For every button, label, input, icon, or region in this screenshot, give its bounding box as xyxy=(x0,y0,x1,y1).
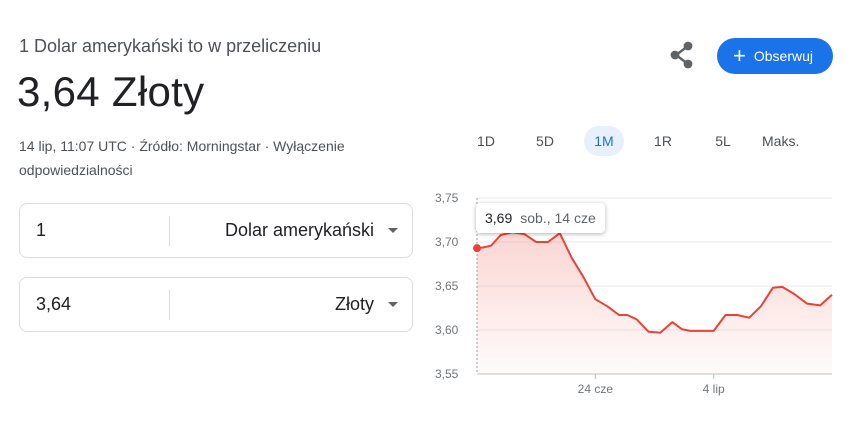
follow-button[interactable]: + Obserwuj xyxy=(717,38,833,74)
range-tab-1m[interactable]: 1M xyxy=(584,126,624,156)
y-tick-label: 3,60 xyxy=(435,323,459,337)
y-tick-label: 3,70 xyxy=(435,235,459,249)
to-currency-row: 3,64 Złoty xyxy=(19,277,413,332)
x-tick-label: 24 cze xyxy=(578,382,614,396)
source-meta: 14 lip, 11:07 UTC · Źródło: Morningstar … xyxy=(19,138,345,178)
conversion-subtitle: 1 Dolar amerykański to w przeliczeniu xyxy=(19,36,322,56)
hover-point xyxy=(473,244,481,253)
x-tick-label: 4 lip xyxy=(703,382,725,396)
from-currency-row: 1 Dolar amerykański xyxy=(19,203,413,258)
follow-button-label: Obserwuj xyxy=(753,48,813,64)
divider xyxy=(169,216,170,246)
y-tick-label: 3,55 xyxy=(435,367,459,381)
range-tab-1r[interactable]: 1R xyxy=(643,126,683,156)
range-tab-1d[interactable]: 1D xyxy=(466,126,506,156)
from-currency-select[interactable]: Dolar amerykański xyxy=(225,220,374,241)
to-currency-select[interactable]: Złoty xyxy=(335,294,374,315)
tooltip-date: sob., 14 cze xyxy=(520,210,596,226)
series-area xyxy=(477,232,832,374)
chevron-down-icon[interactable] xyxy=(388,302,398,307)
range-tab-5d[interactable]: 5D xyxy=(525,126,565,156)
y-tick-label: 3,75 xyxy=(435,191,459,205)
chart-tooltip: 3,69 sob., 14 cze xyxy=(476,203,605,233)
y-tick-label: 3,65 xyxy=(435,279,459,293)
plus-icon: + xyxy=(733,43,746,68)
range-tab-max[interactable]: Maks. xyxy=(756,126,805,156)
to-amount-input[interactable]: 3,64 xyxy=(36,294,71,315)
from-amount-input[interactable]: 1 xyxy=(36,220,46,241)
range-tab-5l[interactable]: 5L xyxy=(703,126,743,156)
divider xyxy=(169,290,170,320)
tooltip-value: 3,69 xyxy=(485,210,513,226)
chevron-down-icon[interactable] xyxy=(388,228,398,233)
converted-value: 3,64 Złoty xyxy=(17,68,205,115)
share-icon[interactable] xyxy=(668,40,696,70)
